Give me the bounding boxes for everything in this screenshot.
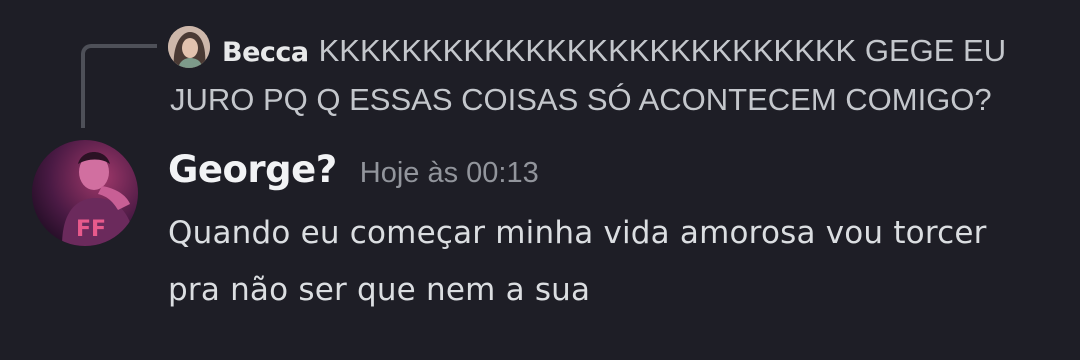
message-header: George? Hoje às 00:13 [168,148,539,191]
reply-preview[interactable]: Becca KKKKKKKKKKKKKKKKKKKKKKKKKK GEGE EU … [170,27,1050,123]
reply-author[interactable]: Becca [222,37,309,68]
message-content: Quando eu começar minha vida amorosa vou… [168,215,987,308]
chat-message: Becca KKKKKKKKKKKKKKKKKKKKKKKKKK GEGE EU … [0,0,1080,360]
reply-connector-line [81,44,157,128]
timestamp[interactable]: Hoje às 00:13 [360,157,539,189]
svg-text:FF: FF [76,217,106,242]
username[interactable]: George? [168,148,337,191]
user-avatar-image: FF [32,140,138,246]
user-avatar[interactable]: FF [32,140,138,246]
